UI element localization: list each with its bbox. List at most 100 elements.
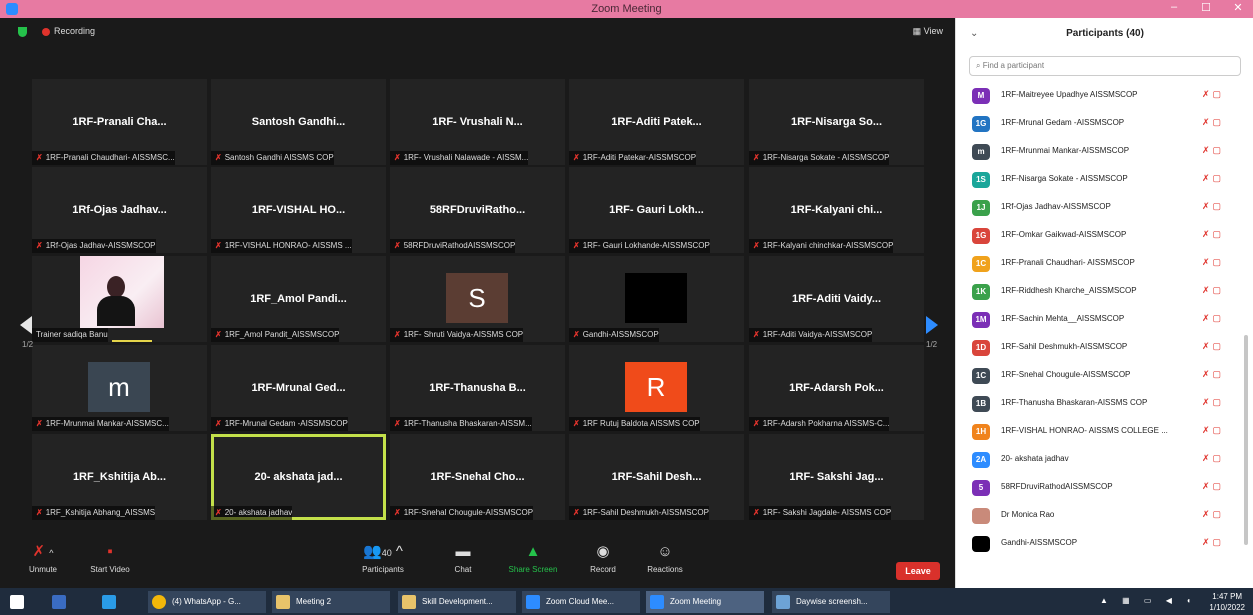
- video-tile[interactable]: S ✗ 1RF- Shruti Vaidya-AISSMS COP: [390, 256, 565, 342]
- taskbar-meeting2[interactable]: Meeting 2: [272, 591, 390, 613]
- taskbar-zoom-meeting[interactable]: Zoom Meeting: [646, 591, 764, 613]
- participant-row[interactable]: 1S 1RF-Nisarga Sokate - AISSMSCOP ✗▢: [956, 166, 1246, 194]
- participant-row[interactable]: 1J 1Rf-Ojas Jadhav-AISSMSCOP ✗▢: [956, 194, 1246, 222]
- avatar-initial: m: [88, 362, 150, 412]
- participant-row[interactable]: M 1RF-Maitreyee Upadhye AISSMSCOP ✗▢: [956, 82, 1246, 110]
- tile-label-text: 1RF-Kalyani chinchkar-AISSMSCOP: [762, 241, 894, 250]
- participant-row[interactable]: Gandhi-AISSMSCOP ✗▢: [956, 530, 1246, 558]
- video-tile[interactable]: 1RF-Aditi Vaidy... ✗ 1RF-Aditi Vaidya-AISS…: [749, 256, 924, 342]
- participant-row[interactable]: 1M 1RF-Sachin Mehta__AISSMSCOP ✗▢: [956, 306, 1246, 334]
- record-button[interactable]: ◉ Record: [568, 538, 638, 574]
- video-tile[interactable]: 1RF-Aditi Patek... ✗ 1RF-Aditi Patekar-AIS…: [569, 79, 744, 165]
- participant-avatar: 1B: [972, 396, 990, 412]
- video-tile[interactable]: ✗ Gandhi-AISSMSCOP: [569, 256, 744, 342]
- video-tile[interactable]: 1RF-Snehal Cho... ✗ 1RF-Snehal Chougule-AI…: [390, 434, 565, 520]
- taskbar-whatsapp[interactable]: (4) WhatsApp - G...: [148, 591, 266, 613]
- video-tile[interactable]: m ✗ 1RF-Mrunmai Mankar-AISSMSC...: [32, 345, 207, 431]
- chat-button[interactable]: ▬ Chat: [428, 538, 498, 574]
- participant-row[interactable]: Dr Monica Rao ✗▢: [956, 502, 1246, 530]
- encryption-shield-icon[interactable]: [18, 27, 27, 37]
- video-tile[interactable]: 1RF_Amol Pandi... ✗ 1RF_Amol Pandit_AISSMS…: [211, 256, 386, 342]
- collapse-chevron-icon[interactable]: ⌄: [970, 18, 978, 50]
- participant-row[interactable]: 5 58RFDruviRathodAISSMSCOP ✗▢: [956, 474, 1246, 502]
- tile-label-text: Gandhi-AISSMSCOP: [582, 330, 659, 339]
- start-video-button[interactable]: ▪ Start Video: [75, 538, 145, 574]
- video-off-icon: ▪: [107, 543, 113, 560]
- video-tile[interactable]: Santosh Gandhi... ✗ Santosh Gandhi AISSMS …: [211, 79, 386, 165]
- maximize-button[interactable]: ☐: [1199, 1, 1213, 14]
- video-tile[interactable]: 1RF-Nisarga So... ✗ 1RF-Nisarga Sokate - A…: [749, 79, 924, 165]
- participant-row[interactable]: 1G 1RF-Omkar Gaikwad-AISSMSCOP ✗▢: [956, 222, 1246, 250]
- tile-label-text: 1RF-Sahil Deshmukh-AISSMSCOP: [582, 508, 709, 517]
- participants-icon: 👥40 ^: [363, 543, 403, 560]
- participant-row[interactable]: 1D 1RF-Sahil Deshmukh-AISSMSCOP ✗▢: [956, 334, 1246, 362]
- previous-page-icon[interactable]: [20, 316, 32, 334]
- tile-label: ✗ 1RF-Thanusha Bhaskaran-AISSM...: [390, 417, 532, 431]
- meeting-area: Recording ▦ View 1RF-Pranali Cha... ✗ 1RF-…: [0, 18, 955, 588]
- unmute-button[interactable]: ✗ ^ Unmute: [8, 538, 78, 574]
- taskbar-daywise[interactable]: Daywise screensh...: [772, 591, 890, 613]
- video-tile[interactable]: 1RF-Thanusha B... ✗ 1RF-Thanusha Bhaskaran…: [390, 345, 565, 431]
- clock[interactable]: 1:47 PM 1/10/2022: [1209, 591, 1245, 613]
- participant-avatar: 1M: [972, 312, 990, 328]
- clock-time: 1:47 PM: [1212, 592, 1243, 601]
- close-button[interactable]: ✕: [1231, 1, 1245, 14]
- participant-row[interactable]: 1H 1RF-VISHAL HONRAO- AISSMS COLLEGE ... ✗…: [956, 418, 1246, 446]
- video-tile[interactable]: 1RF-VISHAL HO... ✗ 1RF-VISHAL HONRAO- AISS…: [211, 167, 386, 253]
- tile-label: ✗ Gandhi-AISSMSCOP: [569, 328, 659, 342]
- video-tile[interactable]: 1RF-Mrunal Ged... ✗ 1RF-Mrunal Gedam -AISS…: [211, 345, 386, 431]
- participant-row[interactable]: 1G 1RF-Mrunal Gedam -AISSMSCOP ✗▢: [956, 110, 1246, 138]
- taskbar-zoom-cloud[interactable]: Zoom Cloud Mee...: [522, 591, 640, 613]
- participant-search-input[interactable]: ⌕ Find a participant: [969, 56, 1241, 76]
- video-tile[interactable]: Trainer sadiqa Banu: [32, 256, 207, 342]
- participant-row[interactable]: 1C 1RF-Pranali Chaudhari- AISSMSCOP ✗▢: [956, 250, 1246, 278]
- participants-button[interactable]: 👥40 ^ Participants: [348, 538, 418, 574]
- video-tile[interactable]: 1RF- Gauri Lokh... ✗ 1RF- Gauri Lokhande-A…: [569, 167, 744, 253]
- ie-icon[interactable]: [98, 591, 122, 613]
- unmute-label: Unmute: [28, 565, 57, 574]
- tile-label-text: 1RF-Adarsh Pokharna AISSMS-C...: [762, 419, 890, 428]
- participant-row[interactable]: 2A 20- akshata jadhav ✗▢: [956, 446, 1246, 474]
- participant-name: Dr Monica Rao: [1001, 510, 1055, 519]
- participant-row[interactable]: m 1RF-Mrunmai Mankar-AISSMSCOP ✗▢: [956, 138, 1246, 166]
- video-tile[interactable]: 1RF-Adarsh Pok... ✗ 1RF-Adarsh Pokharna AI…: [749, 345, 924, 431]
- participant-scrollbar[interactable]: [1244, 335, 1248, 545]
- video-tile[interactable]: 1RF- Sakshi Jag... ✗ 1RF- Sakshi Jagdale- …: [749, 434, 924, 520]
- minimize-button[interactable]: –: [1167, 1, 1181, 14]
- video-tile[interactable]: 1RF-Pranali Cha... ✗ 1RF-Pranali Chaudhari…: [32, 79, 207, 165]
- view-button[interactable]: ▦ View: [913, 26, 943, 37]
- chat-label: Chat: [454, 565, 472, 574]
- tile-label: ✗ 1RF_Amol Pandit_AISSMSCOP: [211, 328, 340, 342]
- tile-name: 1RF_Amol Pandi...: [250, 293, 347, 305]
- system-tray[interactable]: ▲ ▦ ▭ ◀ ◖: [1100, 596, 1197, 605]
- video-tile[interactable]: R ✗ 1RF Rutuj Baldota AISSMS COP: [569, 345, 744, 431]
- chat-icon: ▬: [455, 543, 471, 560]
- video-tile[interactable]: 20- akshata jad... ✗ 20- akshata jadhav: [211, 434, 386, 520]
- video-tile[interactable]: 1RF-Kalyani chi... ✗ 1RF-Kalyani chinchkar…: [749, 167, 924, 253]
- video-tile[interactable]: 1RF-Sahil Desh... ✗ 1RF-Sahil Deshmukh-AIS…: [569, 434, 744, 520]
- participant-row[interactable]: 1B 1RF-Thanusha Bhaskaran-AISSMS COP ✗▢: [956, 390, 1246, 418]
- participant-row[interactable]: 1C 1RF-Snehal Chougule-AISSMSCOP ✗▢: [956, 362, 1246, 390]
- muted-mic-icon: ✗: [573, 419, 580, 428]
- video-tile[interactable]: 1Rf-Ojas Jadhav... ✗ 1Rf-Ojas Jadhav-AISSM…: [32, 167, 207, 253]
- tile-label: ✗ 1Rf-Ojas Jadhav-AISSMSCOP: [32, 239, 156, 253]
- tile-label-text: 1RF-Mrunmai Mankar-AISSMSC...: [45, 419, 169, 428]
- reactions-button[interactable]: ☺ Reactions: [630, 538, 700, 574]
- tile-label: ✗ 1RF-Mrunal Gedam -AISSMSCOP: [211, 417, 348, 431]
- video-tile[interactable]: 1RF_Kshitija Ab... ✗ 1RF_Kshitija Abhang_A…: [32, 434, 207, 520]
- video-tile[interactable]: 58RFDruviRatho... ✗ 58RFDruviRathodAISSMSC…: [390, 167, 565, 253]
- edge-legacy-icon[interactable]: [48, 591, 72, 613]
- leave-button[interactable]: Leave: [896, 562, 940, 580]
- next-page-icon[interactable]: [926, 316, 938, 334]
- participant-row[interactable]: 1K 1RF-Riddhesh Kharche_AISSMSCOP ✗▢: [956, 278, 1246, 306]
- muted-mic-video-off-icon: ✗▢: [1202, 397, 1225, 407]
- taskbar-skill[interactable]: Skill Development...: [398, 591, 516, 613]
- page-indicator-left: 1/2: [22, 340, 34, 349]
- tile-label-text: 1RF- Gauri Lokhande-AISSMSCOP: [582, 241, 710, 250]
- share-screen-button[interactable]: ▲ Share Screen: [498, 538, 568, 574]
- video-tile[interactable]: 1RF- Vrushali N... ✗ 1RF- Vrushali Nalawad…: [390, 79, 565, 165]
- meeting-toolbar: ✗ ^ Unmute ▪ Start Video 👥40 ^ Participa…: [0, 538, 955, 588]
- participant-name: Gandhi-AISSMSCOP: [1001, 538, 1078, 547]
- start-button[interactable]: [10, 591, 30, 613]
- tile-label: ✗ 1RF-Aditi Patekar-AISSMSCOP: [569, 151, 697, 165]
